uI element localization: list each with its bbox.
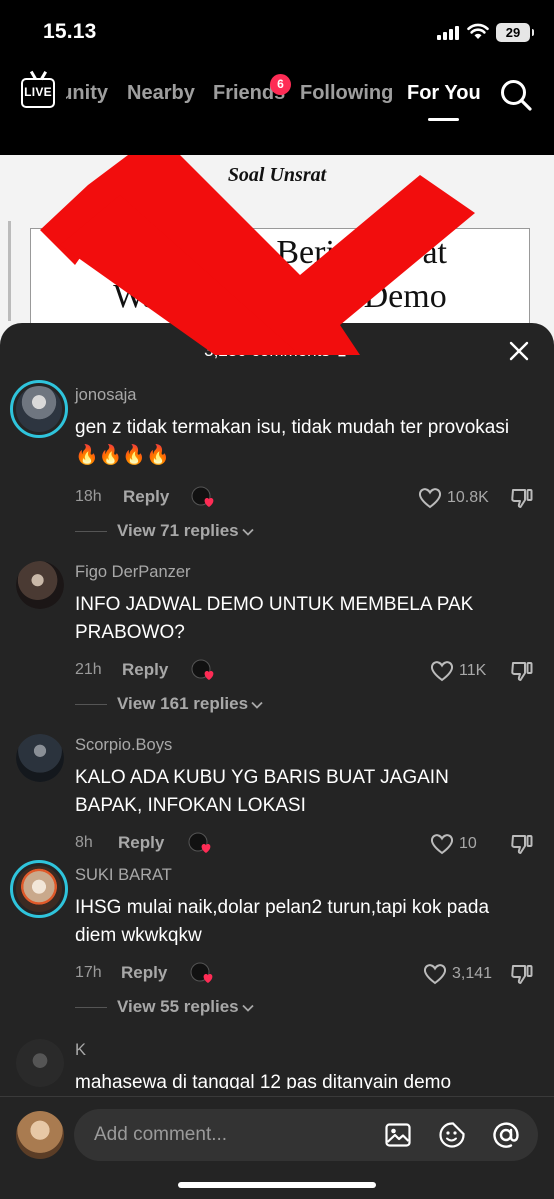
avatar[interactable] xyxy=(10,380,68,438)
heart-icon[interactable] xyxy=(423,963,447,985)
like-count: 10 xyxy=(459,835,477,852)
tab-nearby[interactable]: Nearby xyxy=(127,82,195,105)
like-count: 11K xyxy=(459,662,487,679)
reply-button[interactable]: Reply xyxy=(123,487,169,507)
comment-item: K mahasewa di tanggal 12 pas ditanyain d… xyxy=(0,1033,554,1089)
comments-list[interactable]: jonosaja gen z tidak termakan isu, tidak… xyxy=(0,375,554,1089)
cellular-signal-icon xyxy=(437,26,459,40)
sticker-icon[interactable] xyxy=(438,1121,466,1149)
comment-item: jonosaja gen z tidak termakan isu, tidak… xyxy=(0,378,554,548)
comment-input-container[interactable] xyxy=(74,1109,538,1161)
comment-username[interactable]: K xyxy=(75,1041,86,1060)
avatar[interactable] xyxy=(16,561,64,609)
comment-username[interactable]: Figo DerPanzer xyxy=(75,563,191,582)
chevron-down-icon xyxy=(241,528,254,536)
comment-username[interactable]: jonosaja xyxy=(75,386,136,405)
home-indicator xyxy=(178,1182,376,1188)
comment-username[interactable]: Scorpio.Boys xyxy=(75,736,172,755)
status-time: 15.13 xyxy=(43,20,97,43)
heart-icon[interactable] xyxy=(418,487,442,509)
view-replies-button[interactable]: View 161 replies xyxy=(75,694,263,714)
comment-item: Scorpio.Boys KALO ADA KUBU YG BARIS BUAT… xyxy=(0,728,554,858)
chevron-down-icon xyxy=(251,701,263,709)
view-replies-button[interactable]: View 55 replies xyxy=(75,997,254,1017)
avatar[interactable] xyxy=(16,1039,64,1087)
comments-sheet: 3,230 comments jonosaja gen z tidak term… xyxy=(0,323,554,1199)
comment-time: 21h xyxy=(75,661,102,678)
view-replies-button[interactable]: View 71 replies xyxy=(75,521,254,541)
image-icon[interactable] xyxy=(384,1121,412,1149)
tab-community[interactable]: unity xyxy=(66,82,108,105)
comment-text: KALO ADA KUBU YG BARIS BUAT JAGAIN BAPAK… xyxy=(75,767,449,816)
comment-time: 8h xyxy=(75,834,93,851)
dislike-icon[interactable] xyxy=(510,962,534,986)
chevron-down-icon xyxy=(241,1004,254,1012)
dislike-icon[interactable] xyxy=(510,832,534,856)
video-caption: Soal Unsrat xyxy=(227,164,327,186)
reply-button[interactable]: Reply xyxy=(122,660,168,680)
mention-icon[interactable] xyxy=(492,1121,520,1149)
creator-liked-icon xyxy=(188,832,211,853)
status-bar: 15.13 29 xyxy=(0,0,554,62)
comment-text: INFO JADWAL DEMO UNTUK MEMBELA PAK PRABO… xyxy=(75,594,474,643)
live-button[interactable]: LIVE xyxy=(21,78,55,108)
like-count: 3,141 xyxy=(452,965,493,982)
comment-input-bar xyxy=(0,1096,554,1199)
comment-text: gen z tidak termakan isu, tidak mudah te… xyxy=(75,417,510,466)
comment-item: SUKI BARAT IHSG mulai naik,dolar pelan2 … xyxy=(0,858,554,1028)
top-nav: LIVE unity Nearby Friends 6 Following Fo… xyxy=(0,62,554,155)
reply-button[interactable]: Reply xyxy=(118,833,164,853)
friends-notification-badge: 6 xyxy=(270,74,291,95)
dislike-icon[interactable] xyxy=(510,659,534,683)
reply-button[interactable]: Reply xyxy=(121,963,167,983)
comment-time: 17h xyxy=(75,964,102,981)
wifi-icon xyxy=(467,23,489,39)
creator-liked-icon xyxy=(191,486,214,507)
creator-liked-icon xyxy=(191,659,214,680)
battery-indicator: 29 xyxy=(496,23,534,42)
tab-following[interactable]: Following xyxy=(300,82,393,105)
comment-time: 18h xyxy=(75,488,102,505)
heart-icon[interactable] xyxy=(430,660,454,682)
avatar[interactable] xyxy=(16,734,64,782)
tab-for-you[interactable]: For You xyxy=(407,82,481,105)
video-background[interactable]: M wa Beri T at Waktu i Demo Soal Unsrat xyxy=(0,155,554,355)
comment-text: mahasewa di tanggal 12 pas ditanyain dem… xyxy=(75,1072,452,1089)
creator-liked-icon xyxy=(190,962,213,983)
comment-text: IHSG mulai naik,dolar pelan2 turun,tapi … xyxy=(75,897,490,946)
comment-input[interactable] xyxy=(94,1109,364,1161)
comment-username[interactable]: SUKI BARAT xyxy=(75,866,172,885)
active-tab-indicator xyxy=(428,118,459,121)
dislike-icon[interactable] xyxy=(510,486,534,510)
search-icon[interactable] xyxy=(499,78,533,112)
avatar[interactable] xyxy=(10,860,68,918)
like-count: 10.8K xyxy=(447,489,489,506)
comment-item: Figo DerPanzer INFO JADWAL DEMO UNTUK ME… xyxy=(0,555,554,725)
heart-icon[interactable] xyxy=(430,833,454,855)
my-avatar[interactable] xyxy=(16,1111,64,1159)
